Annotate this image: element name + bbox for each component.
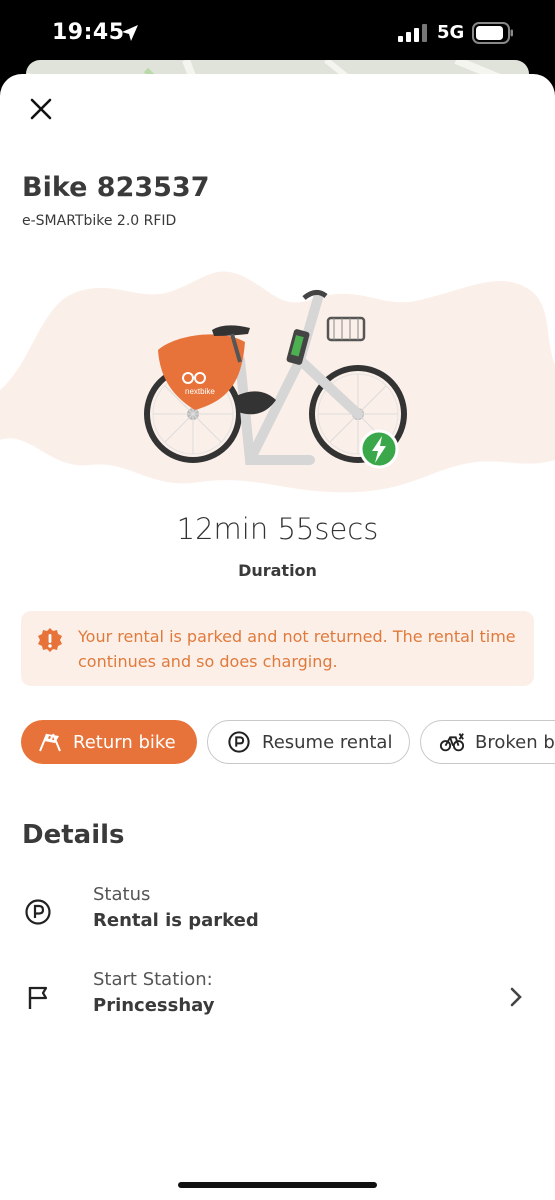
close-icon[interactable] xyxy=(26,94,56,124)
resume-rental-button[interactable]: Resume rental xyxy=(207,720,410,764)
status-value: Rental is parked xyxy=(93,910,259,931)
parking-icon xyxy=(25,899,51,925)
chevron-right-icon[interactable] xyxy=(508,985,524,1009)
parking-icon xyxy=(228,731,250,753)
return-bike-label: Return bike xyxy=(73,731,176,753)
broken-bike-label: Broken b xyxy=(475,731,555,753)
bike-title: Bike 823537 xyxy=(22,172,210,203)
lightning-icon xyxy=(359,429,399,469)
action-chips: Return bike Resume rental Broken b xyxy=(21,720,555,764)
duration-label: Duration xyxy=(238,561,317,580)
bike-model: e-SMARTbike 2.0 RFID xyxy=(22,213,177,229)
bike-illustration: nextbike xyxy=(0,271,555,493)
bike-brand-label: nextbike xyxy=(185,387,215,396)
broken-bike-icon xyxy=(439,733,465,752)
warning-badge-icon xyxy=(38,628,62,652)
status-bar: 19:45 5G xyxy=(0,0,555,66)
start-station-value: Princesshay xyxy=(93,995,215,1016)
alert-message: Your rental is parked and not returned. … xyxy=(78,627,516,671)
start-station-label: Start Station: xyxy=(93,969,213,990)
return-bike-button[interactable]: Return bike xyxy=(21,720,197,764)
network-type: 5G xyxy=(437,22,465,43)
status-label: Status xyxy=(93,884,151,905)
battery-icon xyxy=(472,22,513,44)
parked-alert: Your rental is parked and not returned. … xyxy=(21,611,534,686)
flag-icon xyxy=(28,986,48,1009)
rental-duration: 12min 55secs xyxy=(176,512,379,546)
broken-bike-button[interactable]: Broken b xyxy=(420,720,555,764)
checkered-flags-icon xyxy=(39,733,61,752)
detail-row-start-station[interactable]: Start Station: Princesshay xyxy=(0,963,555,1023)
detail-row-status: Status Rental is parked xyxy=(0,878,555,938)
status-time: 19:45 xyxy=(52,20,125,45)
bike-rental-sheet: Bike 823537 e-SMARTbike 2.0 RFID nextbik… xyxy=(0,74,555,1200)
signal-bars-icon xyxy=(398,24,427,42)
home-indicator[interactable] xyxy=(178,1182,377,1188)
details-heading: Details xyxy=(22,820,125,850)
location-arrow-icon xyxy=(122,25,138,41)
resume-rental-label: Resume rental xyxy=(262,731,393,753)
